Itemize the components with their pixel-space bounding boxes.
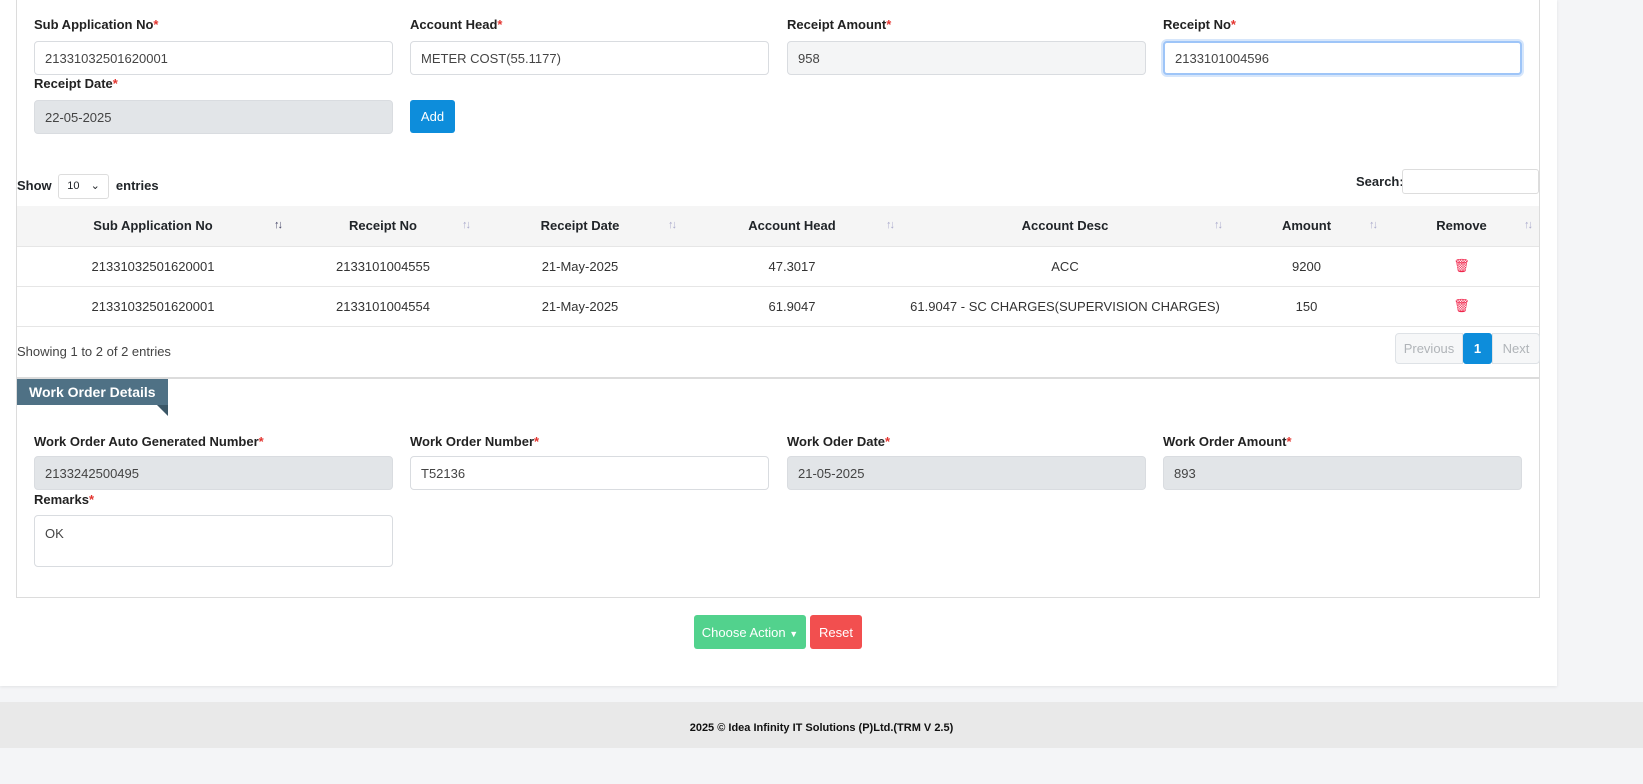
- col-account-desc[interactable]: Account Desc ↑↓: [901, 206, 1229, 246]
- caret-down-icon: ▼: [789, 628, 799, 639]
- col-sub-app[interactable]: Sub Application No ↑↓: [17, 206, 289, 246]
- col-remove[interactable]: Remove ↑↓: [1384, 206, 1539, 246]
- footer: 2025 © Idea Infinity IT Solutions (P)Ltd…: [0, 702, 1643, 748]
- table-info: Showing 1 to 2 of 2 entries: [17, 344, 171, 359]
- cell: 9200: [1229, 245, 1384, 286]
- account-head-label: Account Head*: [410, 17, 503, 32]
- wo-amount-input[interactable]: [1163, 456, 1522, 490]
- cell: 2133101004555: [289, 245, 477, 286]
- col-account-head[interactable]: Account Head ↑↓: [683, 206, 901, 246]
- sort-icon: ↑↓: [274, 219, 283, 231]
- receipt-no-input[interactable]: [1163, 41, 1522, 75]
- cell: 21-May-2025: [477, 245, 683, 286]
- sub-app-input[interactable]: [34, 41, 393, 75]
- previous-button[interactable]: Previous: [1395, 333, 1463, 364]
- sub-app-label: Sub Application No*: [34, 17, 159, 32]
- sort-icon: ↑↓: [886, 219, 895, 231]
- col-receipt-date[interactable]: Receipt Date ↑↓: [477, 206, 683, 246]
- cell: 21331032501620001: [17, 285, 289, 326]
- receipt-amount-label: Receipt Amount*: [787, 17, 892, 32]
- cell: 21-May-2025: [477, 285, 683, 326]
- table-row: 21331032501620001 2133101004555 21-May-202…: [17, 245, 1539, 286]
- sort-icon: ↑↓: [668, 219, 677, 231]
- cell: 47.3017: [683, 245, 901, 286]
- next-button[interactable]: Next: [1492, 333, 1540, 364]
- table-row: 21331032501620001 2133101004554 21-May-202…: [17, 285, 1539, 326]
- col-receipt-no[interactable]: Receipt No ↑↓: [289, 206, 477, 246]
- remarks-textarea[interactable]: OK: [34, 515, 393, 567]
- divider: [17, 326, 1539, 327]
- wo-amount-label: Work Order Amount*: [1163, 434, 1292, 449]
- page-1-button[interactable]: 1: [1463, 333, 1492, 364]
- receipts-table: Sub Application No ↑↓ Receipt No ↑↓ Receip…: [17, 206, 1539, 326]
- sort-icon: ↑↓: [462, 219, 471, 231]
- account-head-input[interactable]: [410, 41, 769, 75]
- page-size-select[interactable]: 10 ⌄: [58, 174, 110, 199]
- add-button[interactable]: Add: [410, 100, 455, 133]
- tab-fold: [157, 405, 168, 416]
- wo-auto-no-label: Work Order Auto Generated Number*: [34, 434, 264, 449]
- main-card: Sub Application No* Account Head* Receip…: [0, 0, 1557, 686]
- receipt-date-label: Receipt Date*: [34, 76, 118, 91]
- reset-button[interactable]: Reset: [810, 615, 862, 649]
- search-label: Search:: [1356, 174, 1404, 189]
- cell: 150: [1229, 285, 1384, 326]
- sort-icon: ↑↓: [1524, 219, 1533, 231]
- cell: 61.9047 - SC CHARGES(SUPERVISION CHARGES…: [901, 285, 1229, 326]
- wo-number-input[interactable]: [410, 456, 769, 490]
- wo-number-label: Work Order Number*: [410, 434, 540, 449]
- wo-date-label: Work Oder Date*: [787, 434, 891, 449]
- trash-icon[interactable]: 🗑: [1453, 258, 1470, 273]
- entries-label: entries: [115, 177, 159, 193]
- receipt-amount-input[interactable]: [787, 41, 1146, 75]
- section-title-work-order: Work Order Details: [17, 379, 168, 405]
- trash-icon[interactable]: 🗑: [1453, 298, 1470, 313]
- receipt-date-input[interactable]: [34, 100, 393, 134]
- cell: 2133101004554: [289, 285, 477, 326]
- wo-date-input[interactable]: [787, 456, 1146, 490]
- search-input[interactable]: [1402, 169, 1539, 194]
- wo-auto-no-input[interactable]: [34, 456, 393, 490]
- sort-icon: ↑↓: [1369, 219, 1378, 231]
- show-label: Show: [17, 177, 52, 193]
- cell: 61.9047: [683, 285, 901, 326]
- remove-cell: 🗑: [1384, 245, 1539, 286]
- chevron-down-icon: ⌄: [90, 180, 100, 192]
- choose-action-button[interactable]: Choose Action ▼: [694, 615, 806, 649]
- remove-cell: 🗑: [1384, 285, 1539, 326]
- show-entries: Show 10 ⌄ entries: [17, 174, 159, 199]
- cell: 21331032501620001: [17, 245, 289, 286]
- sort-icon: ↑↓: [1214, 219, 1223, 231]
- cell: ACC: [901, 245, 1229, 286]
- section-divider: [16, 377, 1540, 379]
- col-amount[interactable]: Amount ↑↓: [1229, 206, 1384, 246]
- receipt-no-label: Receipt No*: [1163, 17, 1236, 32]
- remarks-label: Remarks*: [34, 492, 94, 507]
